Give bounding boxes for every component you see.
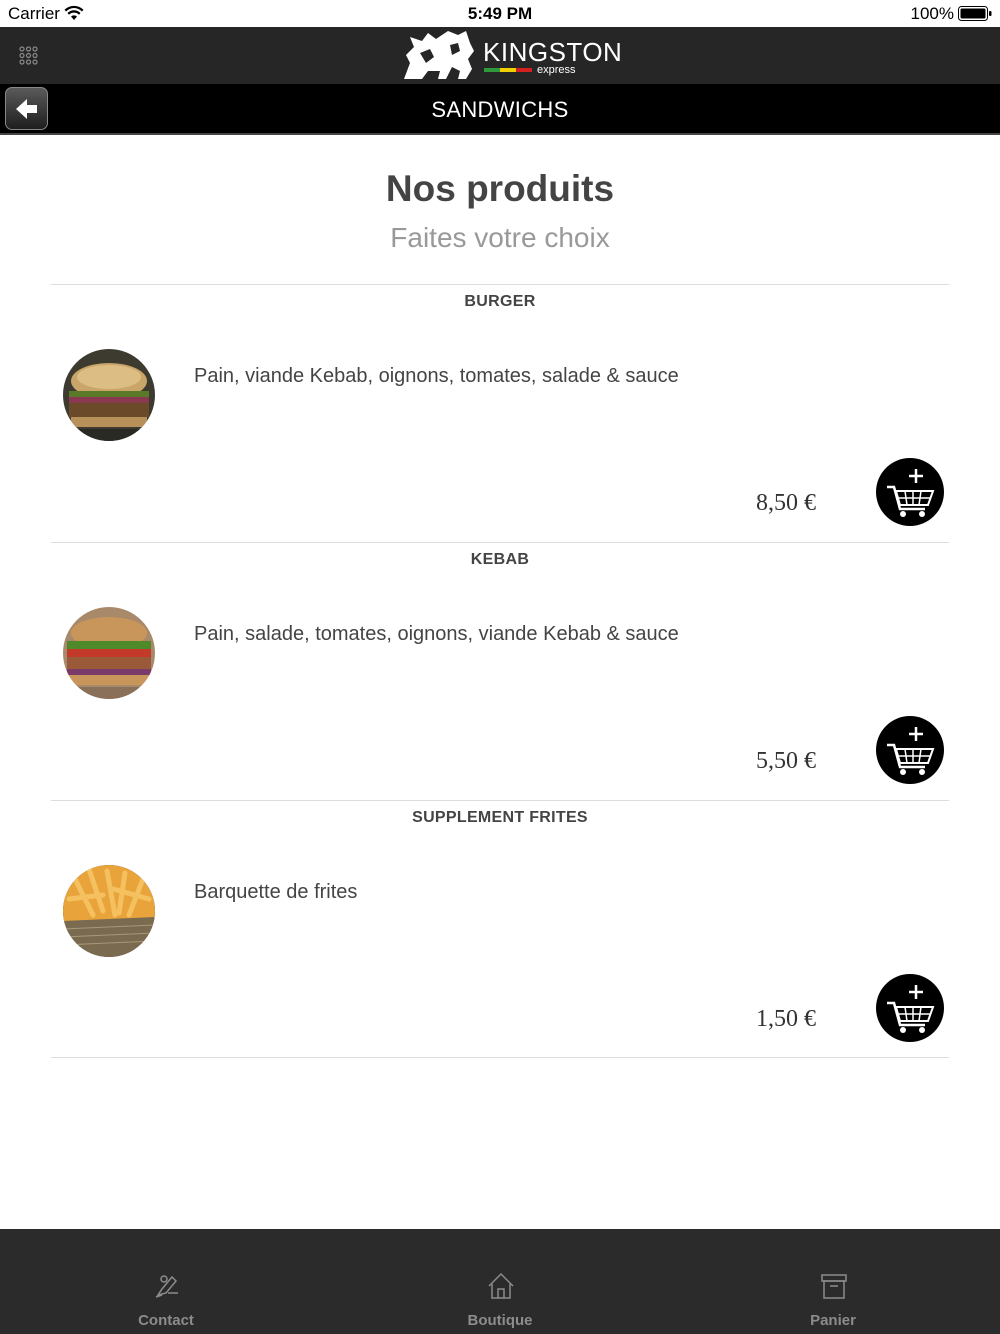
home-icon (488, 1272, 514, 1299)
product-name: SUPPLEMENT FRITES (412, 809, 588, 826)
product-name: KEBAB (470, 551, 530, 568)
lion-logo-icon (404, 31, 474, 79)
tab-label: Contact (138, 1312, 194, 1329)
product-list: BURGER Pain, viande Kebab, oignons, toma… (51, 284, 949, 1058)
battery-percent: 100% (910, 4, 954, 23)
tab-panier[interactable]: Panier (753, 1229, 913, 1334)
logo-stripe (484, 68, 532, 72)
app-header: KINGSTON express (0, 27, 1000, 84)
fries-photo[interactable] (63, 865, 155, 957)
logo-subtitle: express (537, 64, 576, 76)
tab-bar: Contact Boutique Panier (0, 1229, 1000, 1334)
kingston-logo: KINGSTON express (400, 29, 622, 83)
main-subtitle: Faites votre choix (390, 222, 610, 253)
box-icon (821, 1274, 847, 1299)
product-price: 1,50 € (756, 1006, 816, 1032)
product-item: BURGER Pain, viande Kebab, oignons, toma… (51, 284, 949, 542)
tab-boutique[interactable]: Boutique (420, 1229, 580, 1334)
contact-icon (155, 1275, 178, 1298)
product-price: 8,50 € (756, 490, 816, 516)
tab-contact[interactable]: Contact (86, 1229, 246, 1334)
main-title: Nos produits (385, 168, 615, 209)
add-to-cart-button[interactable] (875, 973, 946, 1046)
burger-photo[interactable] (63, 349, 155, 441)
add-to-cart-button[interactable] (875, 457, 946, 530)
status-time: 5:49 PM (467, 4, 533, 23)
kebab-photo[interactable] (63, 607, 155, 699)
tab-label: Boutique (467, 1312, 533, 1329)
product-item: KEBAB Pain, salade, tomates, oignons, vi… (51, 542, 949, 800)
product-description: Pain, viande Kebab, oignons, tomates, sa… (194, 365, 679, 387)
product-description: Pain, salade, tomates, oignons, viande K… (194, 623, 679, 645)
tab-label: Panier (810, 1312, 856, 1329)
menu-grid-icon[interactable] (19, 46, 38, 65)
product-name: BURGER (464, 293, 536, 310)
title-bar: SANDWICHS (0, 84, 1000, 135)
add-to-cart-button[interactable] (875, 715, 946, 788)
battery-icon (958, 6, 992, 21)
product-item: SUPPLEMENT FRITES Barquette de frites 1,… (51, 800, 949, 1058)
product-description: Barquette de frites (194, 881, 358, 903)
page-title: SANDWICHS (431, 97, 569, 122)
status-bar: Carrier 5:49 PM 100% (0, 0, 1000, 27)
product-price: 5,50 € (756, 748, 816, 774)
